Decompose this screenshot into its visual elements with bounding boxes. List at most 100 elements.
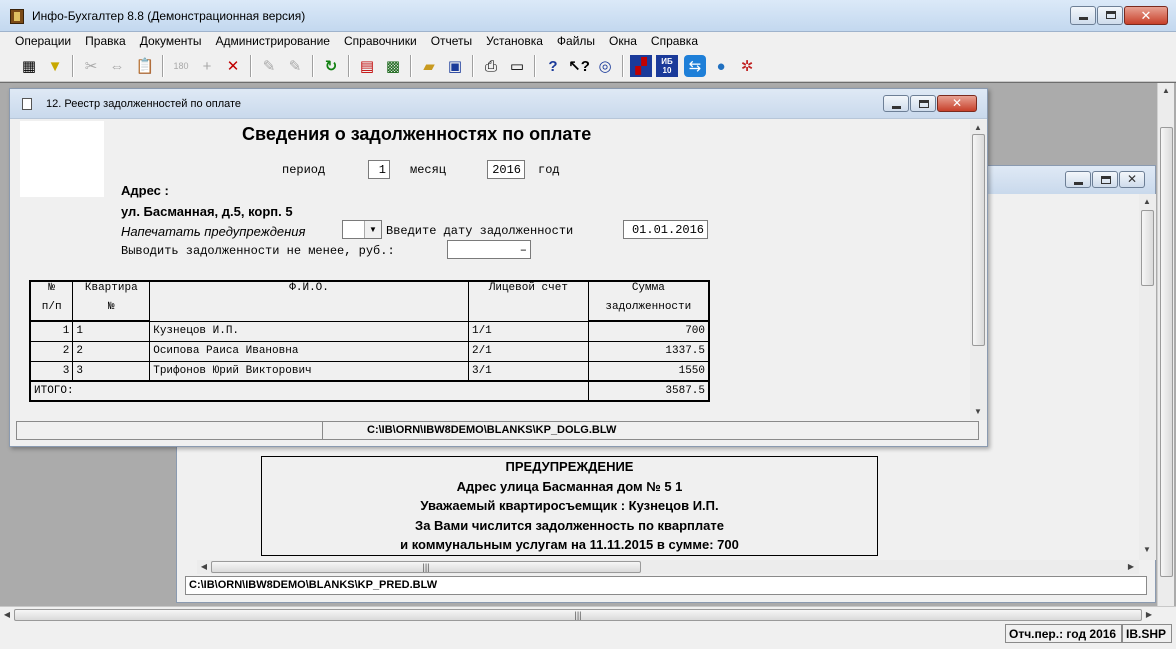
min-debt-input[interactable]: – (447, 240, 531, 259)
report-close-button[interactable]: ✕ (937, 95, 977, 112)
th-sum-top: Сумма (587, 280, 710, 301)
menu-reports[interactable]: Отчеты (424, 32, 479, 50)
address-value: ул. Басманная, д.5, корп. 5 (121, 204, 293, 219)
table-row[interactable]: 3 3 Трифонов Юрий Викторович 3/1 1550 (29, 360, 710, 382)
calculator-icon[interactable]: ▩ (382, 55, 404, 77)
main-horizontal-scrollbar[interactable]: ◀ ||| ▶ (0, 606, 1176, 623)
print-icon[interactable]: ⎙ (480, 55, 502, 77)
report-minimize-button[interactable] (883, 95, 909, 112)
cut-icon[interactable]: ✂ (80, 55, 102, 77)
main-vscroll-thumb[interactable] (1160, 127, 1173, 577)
scroll-down-icon[interactable]: ▼ (972, 406, 984, 418)
menu-edit[interactable]: Правка (78, 32, 133, 50)
report-status-bar: C:\IB\ORN\IBW8DEMO\BLANKS\KP_DOLG.BLW (16, 421, 979, 440)
help-icon[interactable]: ? (542, 55, 564, 77)
pen-icon[interactable]: ✎ (258, 55, 280, 77)
min-debt-label: Выводить задолженности не менее, руб.: (121, 244, 395, 258)
report-window-title: 12. Реестр задолженностей по оплате (46, 98, 242, 110)
menu-directories[interactable]: Справочники (337, 32, 424, 50)
warning-vertical-scrollbar[interactable]: ▲ ▼ (1139, 194, 1156, 560)
cell-apt: 3 (72, 360, 151, 382)
app-logo-icon (10, 9, 24, 24)
warning-status-path: C:\IB\ORN\IBW8DEMO\BLANKS\KP_PRED.BLW (185, 576, 1147, 595)
filter-icon[interactable]: ▼ (44, 55, 66, 77)
warning-document: ПРЕДУПРЕЖДЕНИЕ Адрес улица Басманная дом… (261, 456, 878, 556)
scroll-left-icon[interactable]: ◀ (1, 609, 13, 621)
warning-line-debt: За Вами числится задолженность по кварпл… (415, 517, 724, 533)
report-window: 12. Реестр задолженностей по оплате ✕ Св… (9, 88, 988, 447)
address-label: Адрес : (121, 183, 169, 198)
report-vertical-scrollbar[interactable]: ▲ ▼ (970, 120, 987, 420)
menu-files[interactable]: Файлы (550, 32, 602, 50)
close-button[interactable]: ✕ (1124, 6, 1168, 25)
report-maximize-button[interactable] (910, 95, 936, 112)
delete-icon[interactable]: ✕ (222, 55, 244, 77)
warning-minimize-button[interactable] (1065, 171, 1091, 188)
year-input[interactable]: 2016 (487, 160, 525, 179)
cell-sum: 1550 (587, 360, 710, 382)
minimize-button[interactable] (1070, 6, 1096, 25)
plus-icon[interactable]: + (196, 55, 218, 77)
total-value: 3587.5 (587, 380, 710, 402)
cell-account: 1/1 (467, 320, 589, 342)
print-warnings-select[interactable]: ▼ (342, 220, 382, 239)
cell-apt: 1 (72, 320, 151, 342)
scroll-up-icon[interactable]: ▲ (972, 122, 984, 134)
scroll-up-icon[interactable]: ▲ (1160, 85, 1172, 97)
scroll-down-icon[interactable]: ▼ (1141, 544, 1153, 556)
warning-close-button[interactable]: ✕ (1119, 171, 1145, 188)
report-status-path: C:\IB\ORN\IBW8DEMO\BLANKS\KP_DOLG.BLW (367, 424, 617, 436)
period-label: период (282, 163, 326, 177)
maximize-icon (1106, 11, 1116, 19)
save-icon[interactable]: ▣ (444, 55, 466, 77)
document-window-icon (22, 98, 32, 110)
compass-icon[interactable]: ◎ (594, 55, 616, 77)
table-row[interactable]: 2 2 Осипова Раиса Ивановна 2/1 1337.5 (29, 340, 710, 362)
maximize-button[interactable] (1097, 6, 1123, 25)
th-num-top: № (29, 280, 74, 301)
warning-vscroll-thumb[interactable] (1141, 210, 1154, 286)
scroll-left-icon[interactable]: ◀ (198, 561, 210, 573)
open-folder-icon[interactable]: ▰ (418, 55, 440, 77)
month-label: месяц (410, 163, 447, 177)
calc-180-icon[interactable]: 180 (170, 55, 192, 77)
report-vscroll-thumb[interactable] (972, 134, 985, 346)
pen-disabled-icon[interactable]: ✎ (284, 55, 306, 77)
paste-icon[interactable]: 📋 (134, 55, 156, 77)
menu-operations[interactable]: Операции (8, 32, 78, 50)
menu-documents[interactable]: Документы (133, 32, 209, 50)
scroll-right-icon[interactable]: ▶ (1143, 609, 1155, 621)
warning-maximize-button[interactable] (1092, 171, 1118, 188)
chevron-down-icon[interactable]: ▼ (364, 221, 381, 238)
cell-fio: Трифонов Юрий Викторович (149, 360, 469, 382)
period-input[interactable]: 1 (368, 160, 390, 179)
context-help-icon[interactable]: ↖? (568, 55, 590, 77)
status-bar (0, 623, 1176, 649)
ib10-icon[interactable]: ИБ 10 (656, 55, 678, 77)
network-icon[interactable]: ✲ (736, 55, 758, 77)
warning-hscroll-thumb[interactable]: ||| (211, 561, 641, 573)
table-total-row: ИТОГО: 3587.5 (29, 380, 710, 402)
scroll-right-icon[interactable]: ▶ (1125, 561, 1137, 573)
menu-setup[interactable]: Установка (479, 32, 550, 50)
ms-icon[interactable]: ▞ (630, 55, 652, 77)
copy-icon[interactable]: ⇔ (106, 55, 128, 77)
warning-horizontal-scrollbar[interactable]: ◀ ||| ▶ (197, 560, 1139, 574)
menu-help[interactable]: Справка (644, 32, 705, 50)
preview-icon[interactable]: ▭ (506, 55, 528, 77)
refresh-icon[interactable]: ↻ (320, 55, 342, 77)
warning-line-tenant: Уважаемый квартиросъемщик : Кузнецов И.П… (420, 498, 719, 514)
debt-date-input[interactable]: 01.01.2016 (623, 220, 708, 239)
teamviewer-icon[interactable]: ⇆ (684, 55, 706, 77)
menu-administration[interactable]: Администрирование (209, 32, 337, 50)
table-row[interactable]: 1 1 Кузнецов И.П. 1/1 700 (29, 320, 710, 342)
grid-icon[interactable]: ▦ (18, 55, 40, 77)
menu-windows[interactable]: Окна (602, 32, 644, 50)
document-icon[interactable]: ▤ (356, 55, 378, 77)
main-hscroll-thumb[interactable]: ||| (14, 609, 1142, 621)
globe-icon[interactable]: ● (710, 55, 732, 77)
warning-line-title: ПРЕДУПРЕЖДЕНИЕ (505, 459, 634, 474)
main-vertical-scrollbar[interactable]: ▲ (1157, 83, 1174, 606)
toolbar: ▦ ▼ ✂ ⇔ 📋 180 + ✕ ✎ ✎ ↻ ▤ ▩ ▰ ▣ ⎙ ▭ ? ↖?… (0, 50, 1176, 82)
scroll-up-icon[interactable]: ▲ (1141, 196, 1153, 208)
